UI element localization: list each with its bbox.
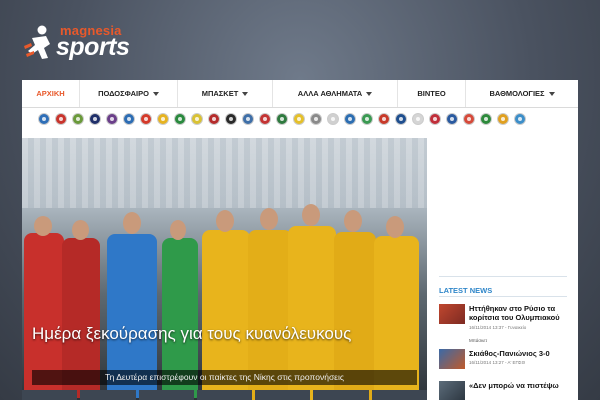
- news-category[interactable]: Μπάσκετ: [469, 338, 487, 343]
- sidebar: LATEST NEWS Ηττήθηκαν στο Ρύσιο τα κορίτ…: [439, 138, 578, 400]
- news-thumbnail: [439, 381, 465, 400]
- club-badge-icon[interactable]: [378, 113, 390, 125]
- runner-logo-icon: [24, 25, 50, 59]
- chevron-down-icon: [548, 91, 555, 96]
- chevron-down-icon: [366, 91, 373, 96]
- news-meta: 16/11/2014 13:27 - Α' ΕΠΣΘ: [469, 360, 526, 365]
- club-badge-icon[interactable]: [259, 113, 271, 125]
- nav-item-label: ΜΠΑΣΚΕΤ: [201, 89, 239, 98]
- club-badge-icon[interactable]: [497, 113, 509, 125]
- club-badge-icon[interactable]: [242, 113, 254, 125]
- team-badges-row: [38, 113, 568, 127]
- club-badge-icon[interactable]: [89, 113, 101, 125]
- nav-item-other-sports[interactable]: ΑΛΛΑ ΑΘΛΗΜΑΤΑ: [273, 80, 398, 107]
- news-item[interactable]: Σκιάθος-Πανιώνιος 3-0 16/11/2014 13:27 -…: [439, 349, 569, 371]
- club-badge-icon[interactable]: [344, 113, 356, 125]
- news-meta: 16/11/2014 13:37 - Γυναικείο: [469, 325, 527, 330]
- slider-thumbnail[interactable]: [255, 390, 311, 400]
- logo-word-bottom: sports: [56, 33, 130, 61]
- slider-thumbnail[interactable]: [196, 390, 253, 400]
- nav-item-label: ΑΡΧΙΚΗ: [36, 89, 65, 98]
- nav-item-video[interactable]: ΒΙΝΤΕΟ: [398, 80, 466, 107]
- news-headline[interactable]: Σκιάθος-Πανιώνιος 3-0: [469, 349, 569, 358]
- hero-thumbnails: [22, 390, 427, 400]
- nav-item-label: ΒΑΘΜΟΛΟΓΙΕΣ: [489, 89, 545, 98]
- nav-item-label: ΑΛΛΑ ΑΘΛΗΜΑΤΑ: [297, 89, 363, 98]
- nav-item-standings[interactable]: ΒΑΘΜΟΛΟΓΙΕΣ: [466, 80, 578, 107]
- slider-thumbnail[interactable]: [138, 390, 194, 400]
- nav-item-label: ΠΟΔΟΣΦΑΙΡΟ: [98, 89, 149, 98]
- club-badge-icon[interactable]: [412, 113, 424, 125]
- club-badge-icon[interactable]: [446, 113, 458, 125]
- club-badge-icon[interactable]: [395, 113, 407, 125]
- club-badge-icon[interactable]: [191, 113, 203, 125]
- club-badge-icon[interactable]: [123, 113, 135, 125]
- news-thumbnail: [439, 304, 465, 324]
- club-badge-icon[interactable]: [276, 113, 288, 125]
- news-thumbnail: [439, 349, 465, 369]
- club-badge-icon[interactable]: [55, 113, 67, 125]
- main-nav: ΑΡΧΙΚΗ ΠΟΔΟΣΦΑΙΡΟ ΜΠΑΣΚΕΤ ΑΛΛΑ ΑΘΛΗΜΑΤΑ …: [22, 80, 578, 108]
- news-headline[interactable]: Ηττήθηκαν στο Ρύσιο τα κορίτσια του Ολυμ…: [469, 304, 569, 322]
- hero-subtitle-bar: Τη Δευτέρα επιστρέφουν οι παίκτες της Νί…: [32, 370, 417, 385]
- club-badge-icon[interactable]: [106, 113, 118, 125]
- chevron-down-icon: [242, 91, 249, 96]
- nav-item-label: ΒΙΝΤΕΟ: [417, 89, 446, 98]
- nav-item-basketball[interactable]: ΜΠΑΣΚΕΤ: [178, 80, 273, 107]
- club-badge-icon[interactable]: [480, 113, 492, 125]
- nav-item-home[interactable]: ΑΡΧΙΚΗ: [22, 80, 80, 107]
- news-headline[interactable]: «Δεν μπορώ να πιστέψω: [469, 381, 569, 390]
- club-badge-icon[interactable]: [157, 113, 169, 125]
- club-badge-icon[interactable]: [514, 113, 526, 125]
- slider-thumbnail[interactable]: [371, 390, 427, 400]
- stadium-stands: [22, 138, 427, 208]
- slider-thumbnail[interactable]: [22, 390, 78, 400]
- club-badge-icon[interactable]: [72, 113, 84, 125]
- slider-thumbnail[interactable]: [313, 390, 369, 400]
- hero-slider[interactable]: Ημέρα ξεκούρασης για τους κυανόλευκους Τ…: [22, 138, 427, 400]
- club-badge-icon[interactable]: [361, 113, 373, 125]
- nav-item-football[interactable]: ΠΟΔΟΣΦΑΙΡΟ: [80, 80, 178, 107]
- page-container: ΑΡΧΙΚΗ ΠΟΔΟΣΦΑΙΡΟ ΜΠΑΣΚΕΤ ΑΛΛΑ ΑΘΛΗΜΑΤΑ …: [22, 80, 578, 400]
- club-badge-icon[interactable]: [293, 113, 305, 125]
- slider-thumbnail[interactable]: [80, 390, 136, 400]
- club-badge-icon[interactable]: [463, 113, 475, 125]
- club-badge-icon[interactable]: [208, 113, 220, 125]
- club-badge-icon[interactable]: [225, 113, 237, 125]
- club-badge-icon[interactable]: [429, 113, 441, 125]
- hero-subtitle: Τη Δευτέρα επιστρέφουν οι παίκτες της Νί…: [105, 372, 344, 382]
- club-badge-icon[interactable]: [174, 113, 186, 125]
- club-badge-icon[interactable]: [327, 113, 339, 125]
- news-item[interactable]: «Δεν μπορώ να πιστέψω: [439, 381, 569, 400]
- news-item[interactable]: Ηττήθηκαν στο Ρύσιο τα κορίτσια του Ολυμ…: [439, 304, 569, 344]
- magnesia-sports-logo[interactable]: magnesia sports: [22, 22, 132, 66]
- club-badge-icon[interactable]: [140, 113, 152, 125]
- latest-news-title: LATEST NEWS: [439, 286, 493, 295]
- chevron-down-icon: [152, 91, 159, 96]
- divider: [439, 276, 567, 277]
- club-badge-icon[interactable]: [310, 113, 322, 125]
- divider: [439, 296, 567, 297]
- hero-title[interactable]: Ημέρα ξεκούρασης για τους κυανόλευκους: [32, 323, 412, 344]
- club-badge-icon[interactable]: [38, 113, 50, 125]
